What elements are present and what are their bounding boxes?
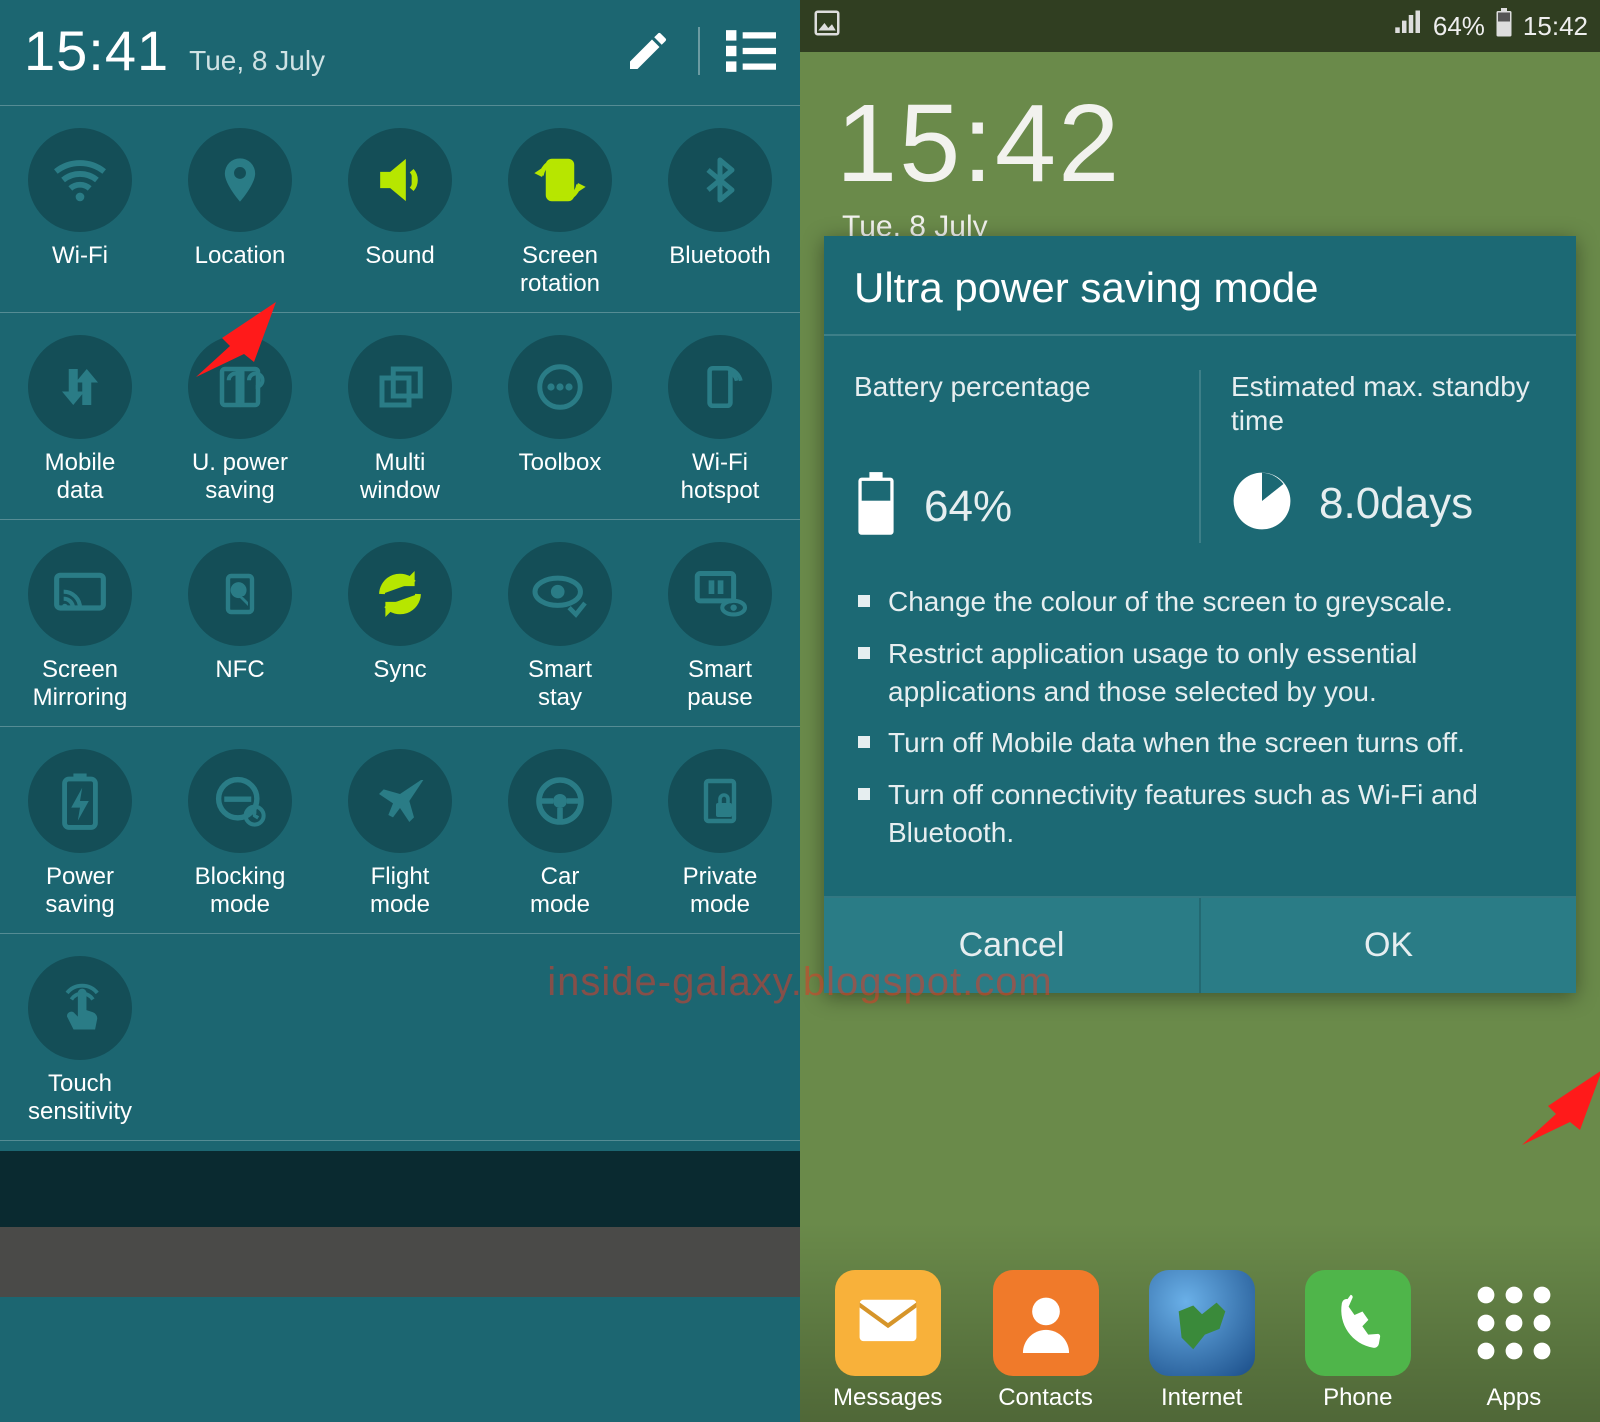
toggle-row: Touch sensitivity [0,934,800,1141]
toggle-row: Mobile data U. power saving Multi window… [0,313,800,520]
dialog-title: Ultra power saving mode [824,236,1576,336]
toggle-label: Mobile data [41,449,120,505]
list-view-icon[interactable] [726,29,776,73]
standby-stat: Estimated max. standby time 8.0days [1201,370,1556,543]
battery-icon [1495,8,1513,45]
toggle-label: NFC [211,656,268,712]
toggle-wifi-hotspot[interactable]: Wi-Fi hotspot [640,335,800,505]
dock-label: Contacts [998,1384,1093,1412]
toggle-label: Blocking mode [191,863,290,919]
dialog-screen: 64% 15:42 15:42 Tue, 8 July Ultra power … [800,0,1600,1422]
toggle-label: Multi window [356,449,444,505]
bottom-bar [0,1227,800,1297]
toggle-label: Touch sensitivity [24,1070,136,1126]
toggle-label: Screen Mirroring [29,656,132,712]
toggle-power-saving[interactable]: Power saving [0,749,160,919]
panel-header: 15:41 Tue, 8 July [0,0,800,106]
edit-icon[interactable] [624,27,672,75]
toggle-screen-rotation[interactable]: Screen rotation [480,128,640,298]
header-actions [624,27,776,75]
toggle-label: Wi-Fi hotspot [677,449,764,505]
toggle-nfc[interactable]: NFC [160,542,320,712]
dock-phone[interactable]: Phone [1305,1270,1411,1412]
toggle-label: Car mode [526,863,594,919]
dialog-actions: Cancel OK [824,896,1576,993]
dialog-bullet: Turn off Mobile data when the screen tur… [854,724,1546,762]
battery-stat-label: Battery percentage [854,370,1179,440]
dialog-stats: Battery percentage 64% Estimated max. st… [824,336,1576,573]
dock-label: Messages [833,1384,942,1412]
toggle-flight-mode[interactable]: Flight mode [320,749,480,919]
toggle-private-mode[interactable]: Private mode [640,749,800,919]
dock-contacts[interactable]: Contacts [993,1270,1099,1412]
dock-label: Internet [1161,1384,1242,1412]
toggle-sync[interactable]: Sync [320,542,480,712]
gallery-status-icon [812,8,842,45]
toggle-label: Smart stay [524,656,596,712]
dock-label: Phone [1323,1384,1392,1412]
ok-button[interactable]: OK [1201,898,1576,993]
toggle-label: Sound [361,242,438,298]
status-time: 15:42 [1523,11,1588,42]
status-bar: 64% 15:42 [800,0,1600,52]
quick-toggles-grid: Wi-Fi Location Sound Screen rotation Blu… [0,106,800,1141]
toggle-row: Power saving Blocking mode Flight mode C… [0,727,800,934]
toggle-bluetooth[interactable]: Bluetooth [640,128,800,298]
toggle-toolbox[interactable]: Toolbox [480,335,640,505]
brightness-area [0,1151,800,1227]
toggle-mobile-data[interactable]: Mobile data [0,335,160,505]
toggle-blocking-mode[interactable]: Blocking mode [160,749,320,919]
battery-stat-value: 64% [924,482,1012,532]
toggle-label: Flight mode [366,863,434,919]
standby-stat-value: 8.0days [1319,479,1473,529]
toggle-label: U. power saving [188,449,292,505]
toggle-label: Toolbox [515,449,606,505]
toggle-screen-mirroring[interactable]: Screen Mirroring [0,542,160,712]
dialog-bullet: Restrict application usage to only essen… [854,635,1546,711]
standby-stat-label: Estimated max. standby time [1231,370,1556,440]
dialog-bullet: Turn off connectivity features such as W… [854,776,1546,852]
dock-label: Apps [1487,1384,1542,1412]
toggle-wifi[interactable]: Wi-Fi [0,128,160,298]
toggle-car-mode[interactable]: Car mode [480,749,640,919]
toggle-label: Wi-Fi [48,242,112,298]
toggle-location[interactable]: Location [160,128,320,298]
dialog-bullet: Change the colour of the screen to greys… [854,583,1546,621]
header-date: Tue, 8 July [189,45,325,77]
toggle-label: Location [191,242,290,298]
divider [698,27,700,75]
clock-pie-icon [1231,470,1293,537]
battery-stat: Battery percentage 64% [854,370,1201,543]
toggle-smart-stay[interactable]: Smart stay [480,542,640,712]
toggle-label: Private mode [679,863,762,919]
toggle-touch-sensitivity[interactable]: Touch sensitivity [0,956,160,1126]
toggle-label: Bluetooth [665,242,774,298]
signal-icon [1393,10,1423,43]
toggle-label: Sync [369,656,430,712]
toggle-label: Smart pause [683,656,756,712]
dock-internet[interactable]: Internet [1149,1270,1255,1412]
battery-percent: 64% [1433,11,1485,42]
dialog-bullets: Change the colour of the screen to greys… [824,573,1576,896]
lockscreen-time: 15:42 [836,80,1121,207]
cancel-button[interactable]: Cancel [824,898,1201,993]
toggle-row: Wi-Fi Location Sound Screen rotation Blu… [0,106,800,313]
ultra-power-saving-dialog: Ultra power saving mode Battery percenta… [824,236,1576,993]
toggle-label: Screen rotation [516,242,604,298]
header-datetime: 15:41 Tue, 8 July [24,18,325,83]
toggle-label: Power saving [41,863,118,919]
toggle-sound[interactable]: Sound [320,128,480,298]
dock-messages[interactable]: Messages [833,1270,942,1412]
toggle-multi-window[interactable]: Multi window [320,335,480,505]
toggle-smart-pause[interactable]: Smart pause [640,542,800,712]
home-dock: Messages Contacts Internet Phone Apps [800,1222,1600,1422]
dock-apps[interactable]: Apps [1461,1270,1567,1412]
toggle-row: Screen Mirroring NFC Sync Smart stay Sma… [0,520,800,727]
header-time: 15:41 [24,18,169,83]
quick-settings-panel: 15:41 Tue, 8 July Wi-Fi Location [0,0,800,1422]
battery-icon [854,470,898,543]
